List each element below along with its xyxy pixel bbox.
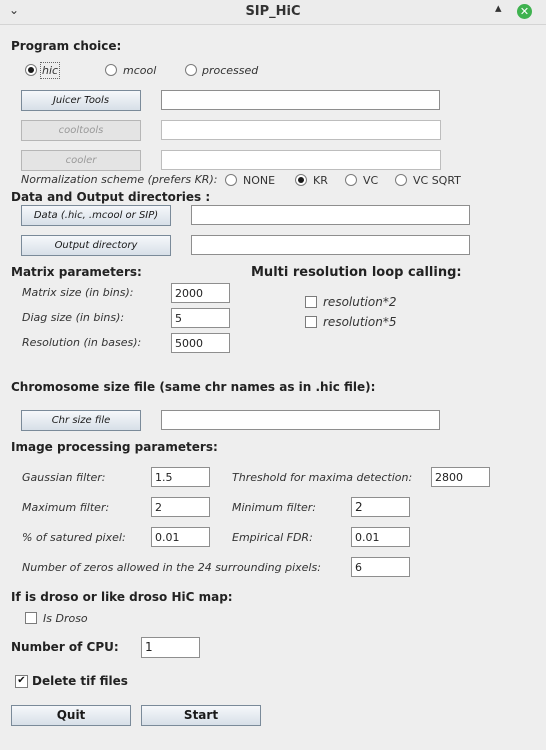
radio-mcool[interactable] bbox=[105, 64, 117, 76]
cooltools-path-field[interactable] bbox=[161, 120, 441, 140]
quit-button[interactable]: Quit bbox=[11, 705, 131, 726]
multi-resolution-heading: Multi resolution loop calling: bbox=[251, 265, 462, 280]
cooler-button[interactable]: cooler bbox=[21, 150, 141, 171]
minimum-filter-label: Minimum filter: bbox=[232, 501, 316, 514]
is-droso-checkbox[interactable] bbox=[25, 612, 37, 624]
radio-norm-none[interactable] bbox=[225, 174, 237, 186]
data-directory-field[interactable] bbox=[191, 205, 470, 225]
radio-norm-vc-label[interactable]: VC bbox=[363, 174, 378, 187]
threshold-label: Threshold for maxima detection: bbox=[232, 471, 413, 484]
title-bar: ⌄ SIP_HiC ▴ ✕ bbox=[0, 0, 546, 25]
resolution-x2-label[interactable]: resolution*2 bbox=[323, 295, 396, 309]
radio-norm-vc-sqrt-label[interactable]: VC SQRT bbox=[413, 174, 461, 187]
image-processing-heading: Image processing parameters: bbox=[11, 440, 218, 454]
saturated-pixel-field[interactable]: 0.01 bbox=[151, 527, 210, 547]
delete-tif-label[interactable]: Delete tif files bbox=[32, 674, 128, 688]
radio-norm-kr-label[interactable]: KR bbox=[313, 174, 328, 187]
radio-mcool-label[interactable]: mcool bbox=[123, 64, 156, 77]
matrix-size-field[interactable]: 2000 bbox=[171, 283, 230, 303]
saturated-pixel-label: % of satured pixel: bbox=[22, 531, 126, 544]
radio-norm-kr[interactable] bbox=[295, 174, 307, 186]
directories-heading: Data and Output directories : bbox=[11, 190, 211, 204]
diag-size-field[interactable]: 5 bbox=[171, 308, 230, 328]
program-choice-heading: Program choice: bbox=[11, 39, 122, 53]
droso-heading: If is droso or like droso HiC map: bbox=[11, 590, 233, 604]
resolution-x2-checkbox[interactable] bbox=[305, 296, 317, 308]
output-directory-field[interactable] bbox=[191, 235, 470, 255]
delete-tif-checkbox[interactable]: ✔ bbox=[15, 675, 28, 688]
resolution-field[interactable]: 5000 bbox=[171, 333, 230, 353]
radio-hic-label[interactable]: hic bbox=[39, 62, 61, 79]
gaussian-filter-label: Gaussian filter: bbox=[22, 471, 106, 484]
juicer-tools-path-field[interactable] bbox=[161, 90, 440, 110]
matrix-size-label: Matrix size (in bins): bbox=[22, 286, 134, 299]
cpu-field[interactable]: 1 bbox=[141, 637, 200, 658]
radio-norm-vc-sqrt[interactable] bbox=[395, 174, 407, 186]
radio-hic[interactable] bbox=[25, 64, 37, 76]
empirical-fdr-field[interactable]: 0.01 bbox=[351, 527, 410, 547]
empirical-fdr-label: Empirical FDR: bbox=[232, 531, 313, 544]
radio-processed[interactable] bbox=[185, 64, 197, 76]
diag-size-label: Diag size (in bins): bbox=[22, 311, 125, 324]
data-directory-button[interactable]: Data (.hic, .mcool or SIP) bbox=[21, 205, 171, 226]
chromosome-size-heading: Chromosome size file (same chr names as … bbox=[11, 380, 376, 394]
radio-norm-none-label[interactable]: NONE bbox=[243, 174, 275, 187]
close-icon[interactable]: ✕ bbox=[517, 4, 532, 19]
sip-hic-window: ⌄ SIP_HiC ▴ ✕ Program choice: hic mcool … bbox=[0, 0, 546, 750]
gaussian-filter-field[interactable]: 1.5 bbox=[151, 467, 210, 487]
maximum-filter-field[interactable]: 2 bbox=[151, 497, 210, 517]
chr-size-file-field[interactable] bbox=[161, 410, 440, 430]
resolution-x5-checkbox[interactable] bbox=[305, 316, 317, 328]
is-droso-label[interactable]: Is Droso bbox=[43, 612, 88, 625]
chr-size-file-button[interactable]: Chr size file bbox=[21, 410, 141, 431]
resolution-x5-label[interactable]: resolution*5 bbox=[323, 315, 396, 329]
cooltools-button[interactable]: cooltools bbox=[21, 120, 141, 141]
start-button[interactable]: Start bbox=[141, 705, 261, 726]
window-title: SIP_HiC bbox=[245, 4, 301, 19]
threshold-field[interactable]: 2800 bbox=[431, 467, 490, 487]
cooler-path-field[interactable] bbox=[161, 150, 441, 170]
minimum-filter-field[interactable]: 2 bbox=[351, 497, 410, 517]
zeros-allowed-field[interactable]: 6 bbox=[351, 557, 410, 577]
zeros-allowed-label: Number of zeros allowed in the 24 surrou… bbox=[22, 561, 321, 574]
radio-norm-vc[interactable] bbox=[345, 174, 357, 186]
maximum-filter-label: Maximum filter: bbox=[22, 501, 110, 514]
minimize-icon[interactable]: ▴ bbox=[495, 1, 502, 16]
cpu-label: Number of CPU: bbox=[11, 640, 119, 654]
output-directory-button[interactable]: Output directory bbox=[21, 235, 171, 256]
juicer-tools-button[interactable]: Juicer Tools bbox=[21, 90, 141, 111]
matrix-parameters-heading: Matrix parameters: bbox=[11, 265, 142, 279]
resolution-label: Resolution (in bases): bbox=[22, 336, 142, 349]
normalization-label: Normalization scheme (prefers KR): bbox=[21, 173, 218, 186]
radio-processed-label[interactable]: processed bbox=[202, 64, 258, 77]
